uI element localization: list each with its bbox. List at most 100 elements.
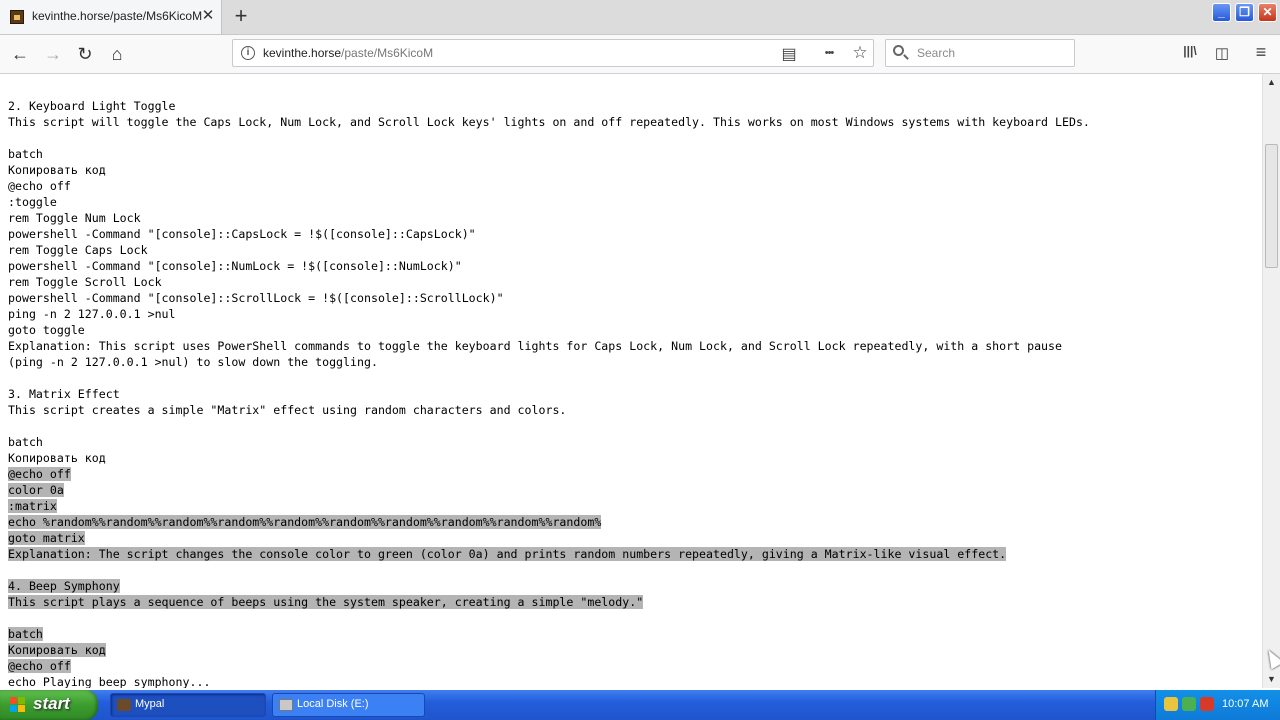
content-line: @echo off xyxy=(8,178,1090,194)
start-button[interactable]: start xyxy=(0,690,98,720)
content-line xyxy=(8,82,1090,98)
tab-active[interactable]: kevinthe.horse/paste/Ms6KicoM ✕ xyxy=(0,0,222,34)
site-favicon-icon xyxy=(10,10,24,24)
line-text: goto toggle xyxy=(8,323,85,337)
line-text: echo Playing beep symphony... xyxy=(8,675,211,688)
selected-text: @echo off xyxy=(8,659,71,673)
menu-icon[interactable]: ≡ xyxy=(1251,42,1271,63)
line-text: This script will toggle the Caps Lock, N… xyxy=(8,115,1090,129)
selected-text: goto matrix xyxy=(8,531,85,545)
line-text: rem Toggle Scroll Lock xyxy=(8,275,162,289)
content-line: ping -n 2 127.0.0.1 >nul xyxy=(8,306,1090,322)
content-line: rem Toggle Scroll Lock xyxy=(8,274,1090,290)
content-line: goto toggle xyxy=(8,322,1090,338)
content-line: (ping -n 2 127.0.0.1 >nul) to slow down … xyxy=(8,354,1090,370)
window-close-button[interactable]: ✕ xyxy=(1258,3,1277,22)
content-line xyxy=(8,562,1090,578)
page-content: 2. Keyboard Light Toggle This script will… xyxy=(0,74,1262,688)
window-minimize-button[interactable]: _ xyxy=(1212,3,1231,22)
vertical-scrollbar[interactable]: ▲ ▼ xyxy=(1262,74,1280,688)
url-host: kevinthe.horse xyxy=(263,46,342,60)
bookmark-star-icon[interactable]: ☆ xyxy=(850,43,870,63)
selected-text: Копировать код xyxy=(8,643,106,657)
content-line xyxy=(8,418,1090,434)
site-info-icon[interactable]: i xyxy=(241,46,255,60)
content-line: Копировать код xyxy=(8,450,1090,466)
library-icon[interactable]: |||\ xyxy=(1180,44,1200,58)
content-line: :toggle xyxy=(8,194,1090,210)
search-bar[interactable]: Search xyxy=(885,39,1075,67)
navigation-toolbar: ← → ↻ ⌂ i kevinthe.horse/paste/Ms6KicoM … xyxy=(0,35,1280,74)
taskbar: start Mypal Local Disk (E:) 10:07 AM xyxy=(0,690,1280,720)
line-text: powershell -Command "[console]::CapsLock… xyxy=(8,227,476,241)
tab-close-icon[interactable]: ✕ xyxy=(199,7,217,25)
tab-title: kevinthe.horse/paste/Ms6KicoM xyxy=(32,9,203,23)
scroll-up-arrow-icon[interactable]: ▲ xyxy=(1263,74,1280,91)
content-line: This script plays a sequence of beeps us… xyxy=(8,594,1090,610)
window-maximize-button[interactable]: ❐ xyxy=(1235,3,1254,22)
search-icon xyxy=(893,45,904,56)
content-line: powershell -Command "[console]::NumLock … xyxy=(8,258,1090,274)
content-line: batch xyxy=(8,434,1090,450)
tray-network-icon[interactable] xyxy=(1164,697,1178,711)
home-button[interactable]: ⌂ xyxy=(105,42,129,66)
tray-security-icon[interactable] xyxy=(1200,697,1214,711)
content-line: 4. Beep Symphony xyxy=(8,578,1090,594)
content-line: :matrix xyxy=(8,498,1090,514)
taskbar-item-local-disk[interactable]: Local Disk (E:) xyxy=(272,693,425,717)
content-line xyxy=(8,74,1090,82)
sidebar-icon[interactable]: ◫ xyxy=(1212,44,1232,62)
reload-button[interactable]: ↻ xyxy=(73,42,97,66)
content-line: goto matrix xyxy=(8,530,1090,546)
content-line xyxy=(8,370,1090,386)
line-text: ping -n 2 127.0.0.1 >nul xyxy=(8,307,176,321)
line-text: (ping -n 2 127.0.0.1 >nul) to slow down … xyxy=(8,355,378,369)
line-text: Копировать код xyxy=(8,163,106,177)
system-tray: 10:07 AM xyxy=(1155,690,1280,720)
content-line xyxy=(8,610,1090,626)
selected-text: 4. Beep Symphony xyxy=(8,579,120,593)
start-label: start xyxy=(33,694,70,713)
line-text: 2. Keyboard Light Toggle xyxy=(8,99,176,113)
scroll-down-arrow-icon[interactable]: ▼ xyxy=(1263,671,1280,688)
line-text: powershell -Command "[console]::ScrollLo… xyxy=(8,291,504,305)
new-tab-button[interactable]: + xyxy=(230,5,252,27)
content-line: Копировать код xyxy=(8,162,1090,178)
page-actions-icon[interactable]: ••• xyxy=(819,47,839,59)
url-bar[interactable]: i kevinthe.horse/paste/Ms6KicoM ▤ ••• ☆ xyxy=(232,39,874,67)
line-text: 3. Matrix Effect xyxy=(8,387,120,401)
scrollbar-thumb[interactable] xyxy=(1265,144,1278,268)
selected-text: :matrix xyxy=(8,499,57,513)
url-text: kevinthe.horse/paste/Ms6KicoM xyxy=(263,46,433,60)
selected-text: Explanation: The script changes the cons… xyxy=(8,547,1007,561)
taskbar-item-mypal[interactable]: Mypal xyxy=(110,693,266,717)
line-text: Explanation: This script uses PowerShell… xyxy=(8,339,1062,353)
line-text: :toggle xyxy=(8,195,57,209)
content-line xyxy=(8,130,1090,146)
taskbar-item-label: Mypal xyxy=(135,698,165,710)
tray-shield-icon[interactable] xyxy=(1182,697,1196,711)
url-path: /paste/Ms6KicoM xyxy=(341,46,434,60)
content-line: 3. Matrix Effect xyxy=(8,386,1090,402)
taskbar-item-label: Local Disk (E:) xyxy=(297,698,369,710)
reader-view-icon[interactable]: ▤ xyxy=(779,44,799,64)
selected-text: color 0a xyxy=(8,483,64,497)
content-line: @echo off xyxy=(8,466,1090,482)
content-line: echo Playing beep symphony... xyxy=(8,674,1090,688)
content-line: echo %random%%random%%random%%random%%ra… xyxy=(8,514,1090,530)
line-text: batch xyxy=(8,435,43,449)
line-text: @echo off xyxy=(8,179,71,193)
line-text: This script creates a simple "Matrix" ef… xyxy=(8,403,567,417)
clock: 10:07 AM xyxy=(1222,698,1269,710)
search-placeholder: Search xyxy=(917,46,956,60)
back-button[interactable]: ← xyxy=(8,42,32,66)
tab-strip: kevinthe.horse/paste/Ms6KicoM ✕ + _ ❐ ✕ xyxy=(0,0,1280,35)
content-line: rem Toggle Caps Lock xyxy=(8,242,1090,258)
content-line: powershell -Command "[console]::CapsLock… xyxy=(8,226,1090,242)
content-line: batch xyxy=(8,146,1090,162)
forward-button[interactable]: → xyxy=(41,42,65,66)
content-line: @echo off xyxy=(8,658,1090,674)
content-line: Explanation: This script uses PowerShell… xyxy=(8,338,1090,354)
content-line: rem Toggle Num Lock xyxy=(8,210,1090,226)
content-line: batch xyxy=(8,626,1090,642)
